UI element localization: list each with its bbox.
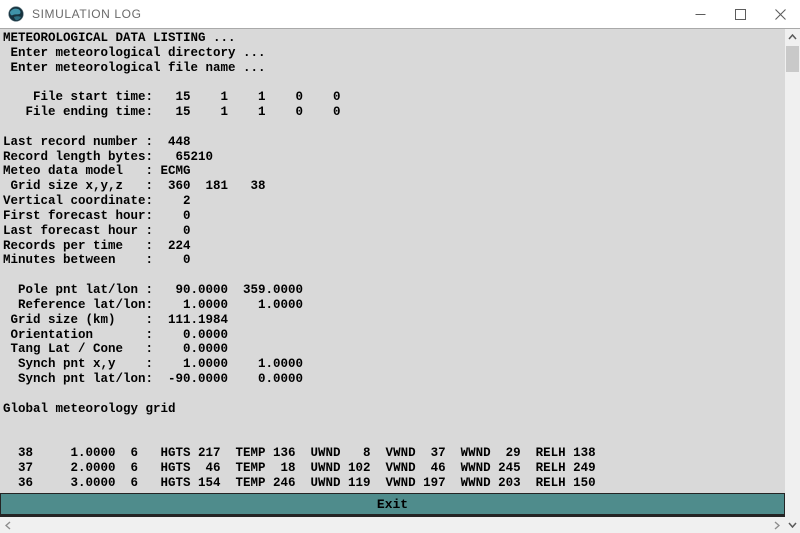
minimize-dash-icon [695,9,706,20]
vertical-scrollbar[interactable] [785,29,800,533]
chevron-up-icon [788,34,797,40]
scroll-down-button[interactable] [785,517,800,533]
close-button[interactable] [760,0,800,28]
simulation-log-window: SIMULATION LOG METEOROLOGICAL DATA LISTI… [0,0,800,533]
chevron-right-icon [774,521,780,530]
exit-button[interactable]: Exit [0,493,785,517]
horizontal-scrollbar[interactable] [0,517,785,533]
scroll-up-button[interactable] [785,29,800,45]
minimize-button[interactable] [680,0,720,28]
vertical-scrollbar-thumb[interactable] [786,46,799,72]
log-text: METEOROLOGICAL DATA LISTING ... Enter me… [0,29,785,491]
close-x-icon [775,9,786,20]
log-content-area: METEOROLOGICAL DATA LISTING ... Enter me… [0,29,785,493]
scroll-right-button[interactable] [769,517,785,533]
window-controls [680,0,800,28]
maximize-square-icon [735,9,746,20]
globe-icon [8,6,24,22]
window-title: SIMULATION LOG [32,7,142,21]
chevron-left-icon [5,521,11,530]
maximize-button[interactable] [720,0,760,28]
chevron-down-icon [788,522,797,528]
scroll-left-button[interactable] [0,517,16,533]
titlebar[interactable]: SIMULATION LOG [0,0,800,29]
